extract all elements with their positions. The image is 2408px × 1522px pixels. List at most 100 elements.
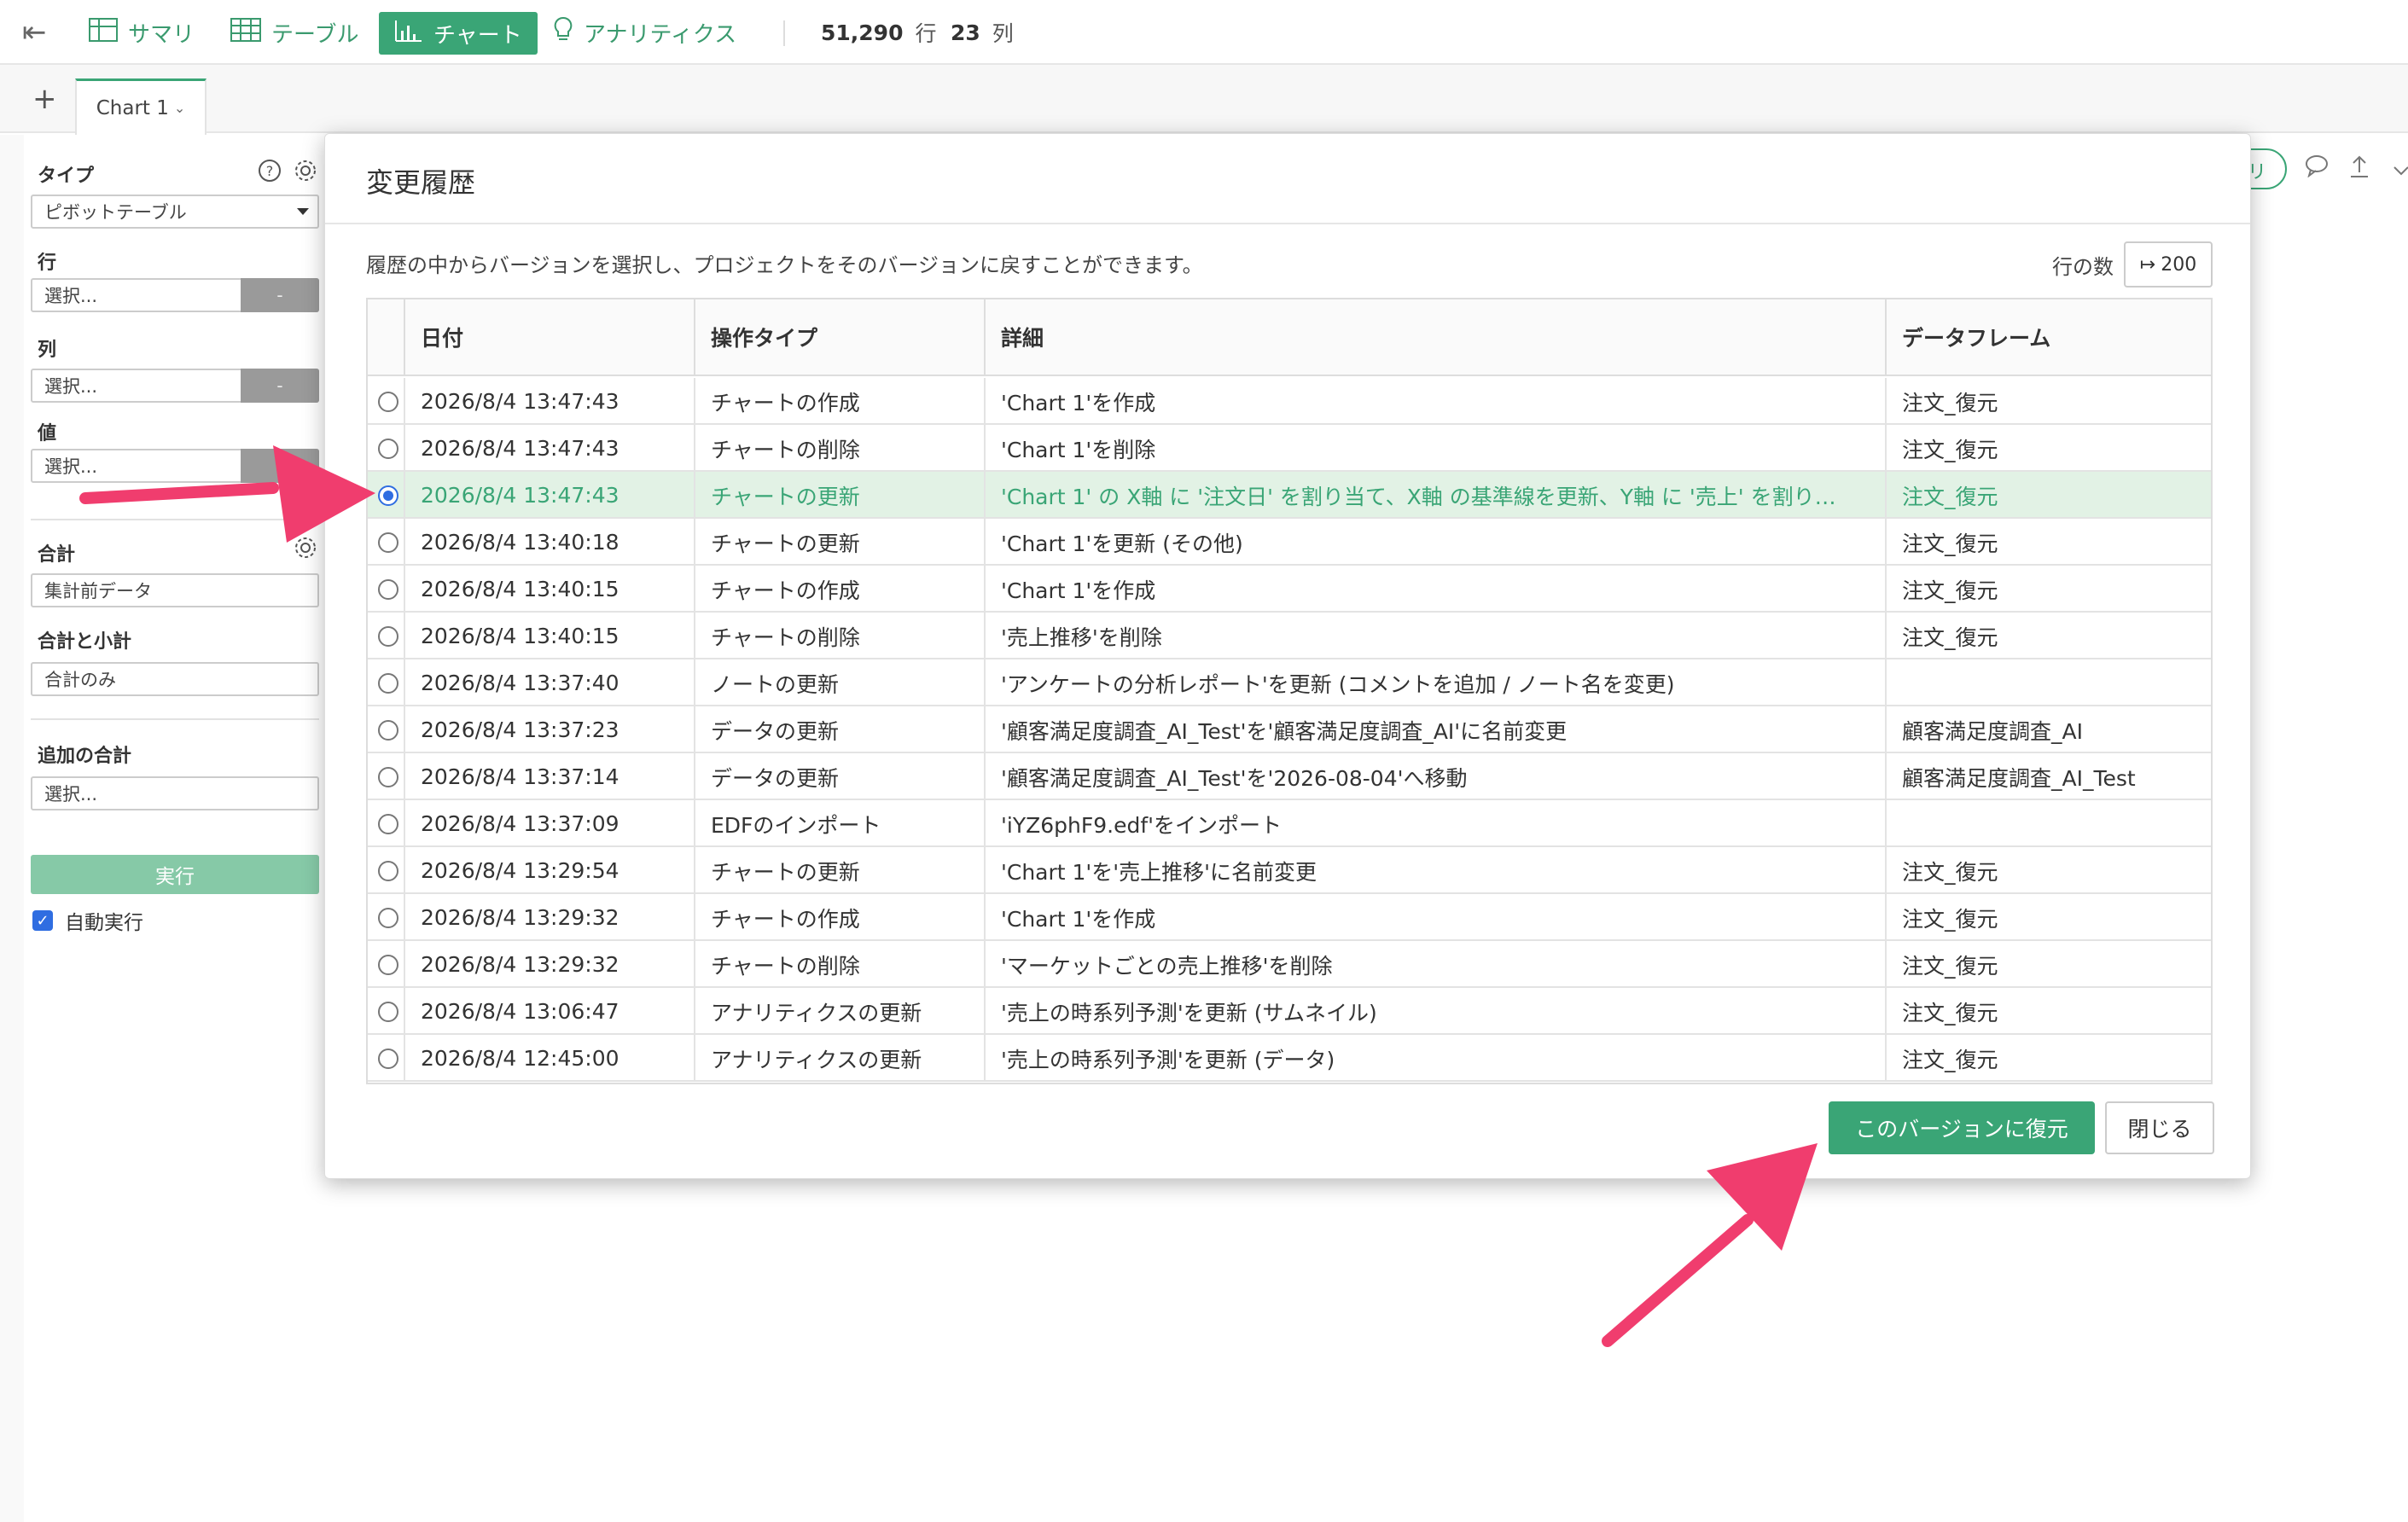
table-row[interactable]: 2026/8/4 13:40:15 チャートの作成 'Chart 1'を作成 注文_復… — [368, 566, 2211, 613]
tab-table[interactable]: テーブル — [230, 0, 358, 65]
tab-table-label: テーブル — [271, 21, 359, 48]
row-radio[interactable] — [378, 673, 398, 694]
cell-operation: チャートの作成 — [695, 378, 986, 425]
col-field-placeholder: 選択... — [44, 376, 98, 397]
table-row[interactable]: 2026/8/4 12:45:00 アナリティクスの更新 '売上の時系列予測'を更新… — [368, 1035, 2211, 1082]
table-row[interactable]: 2026/8/4 13:29:54 チャートの更新 'Chart 1'を'売上推移'… — [368, 847, 2211, 894]
tab-summary[interactable]: サマリ — [89, 0, 195, 65]
total-select[interactable]: 集計前データ — [31, 573, 319, 607]
cell-date: 2026/8/4 13:37:23 — [405, 706, 695, 753]
cell-dataframe: 注文_復元 — [1902, 390, 1998, 415]
cell-detail: 'Chart 1'を作成 — [986, 566, 1887, 613]
upload-icon[interactable] — [2348, 154, 2370, 185]
cell-select — [368, 753, 405, 800]
history-table: 日付 操作タイプ 詳細 データフレーム 2026/8/4 13:47:43 チャー… — [366, 298, 2213, 1084]
row-radio[interactable] — [378, 908, 398, 928]
cell-select — [368, 706, 405, 753]
table-row[interactable]: 2026/8/4 13:06:47 アナリティクスの更新 '売上の時系列予測'を更新… — [368, 988, 2211, 1035]
table-row[interactable]: 2026/8/4 13:29:32 チャートの削除 'マーケットごとの売上推移'を削… — [368, 941, 2211, 988]
table-row[interactable]: 2026/8/4 13:40:18 チャートの更新 'Chart 1'を更新 (その… — [368, 519, 2211, 566]
cell-operation: EDFのインポート — [695, 800, 986, 847]
row-radio[interactable] — [378, 814, 398, 834]
cell-select — [368, 519, 405, 566]
cell-dataframe: 注文_復元 — [1902, 859, 1998, 885]
row-radio[interactable] — [378, 392, 398, 412]
header-dataframe: データフレーム — [1887, 299, 2211, 376]
col-field[interactable]: 選択... - — [31, 369, 319, 403]
row-radio[interactable] — [378, 767, 398, 787]
row-radio[interactable] — [378, 485, 398, 506]
cell-dataframe: 注文_復元 — [1902, 953, 1998, 979]
chevron-down-icon[interactable]: ⌄ — [174, 100, 185, 116]
extra-total-field[interactable]: 選択... — [31, 776, 319, 810]
row-radio[interactable] — [378, 439, 398, 459]
checkmark-icon[interactable]: ✓ — [32, 910, 53, 931]
table-row[interactable]: 2026/8/4 13:37:09 EDFのインポート'iYZ6phF9.edf'… — [368, 800, 2211, 847]
run-button[interactable]: 実行 — [31, 855, 319, 894]
cell-operation: データの更新 — [695, 753, 986, 800]
tab-chart[interactable]: チャート — [379, 12, 538, 55]
cols-count-value: 23 — [951, 20, 980, 45]
gear-icon[interactable] — [294, 536, 317, 566]
gear-icon[interactable] — [294, 159, 317, 189]
row-radio[interactable] — [378, 1002, 398, 1022]
table-row[interactable]: 2026/8/4 13:47:43 チャートの更新 'Chart 1' の X軸 に… — [368, 472, 2211, 519]
row-limit: 行の数 ↦ 200 — [2052, 241, 2213, 288]
cell-dataframe: 注文_復元 — [1902, 906, 1998, 932]
table-row[interactable]: 2026/8/4 13:37:40 ノートの更新 'アンケートの分析レポート'を更新… — [368, 659, 2211, 706]
cols-count: 23 列 — [951, 0, 1014, 65]
cell-select — [368, 613, 405, 659]
type-select[interactable]: ピボットテーブル — [31, 195, 319, 229]
cell-select — [368, 472, 405, 519]
restore-version-button[interactable]: このバージョンに復元 — [1829, 1101, 2095, 1154]
collapse-left-icon[interactable]: ⇤ — [22, 0, 47, 65]
tab-chart-1[interactable]: Chart 1 ⌄ — [75, 78, 206, 135]
help-icon[interactable]: ? — [258, 159, 282, 189]
row-limit-input[interactable]: ↦ 200 — [2124, 241, 2213, 288]
cell-operation: チャートの削除 — [695, 425, 986, 472]
table-row[interactable]: 2026/8/4 13:37:14 データの更新 '顧客満足度調査_AI_Test'… — [368, 753, 2211, 800]
table-row[interactable]: 2026/8/4 13:47:43 チャートの削除 'Chart 1'を削除 注文_復… — [368, 425, 2211, 472]
tab-analytics[interactable]: アナリティクス — [553, 0, 736, 65]
row-radio[interactable] — [378, 532, 398, 553]
cell-operation: チャートの更新 — [695, 847, 986, 894]
value-remove-button[interactable]: - — [241, 449, 319, 483]
add-tab-button[interactable]: + — [32, 82, 57, 116]
row-radio[interactable] — [378, 579, 398, 600]
table-row[interactable]: 2026/8/4 13:37:23 データの更新 '顧客満足度調査_AI_Test'… — [368, 706, 2211, 753]
cell-dataframe: 注文_復元 — [1902, 484, 1998, 509]
cell-date: 2026/8/4 13:40:15 — [405, 613, 695, 659]
row-radio[interactable] — [378, 861, 398, 881]
cell-select — [368, 894, 405, 941]
row-radio[interactable] — [378, 720, 398, 741]
arrow-right-to-bar-icon: ↦ — [2139, 253, 2156, 276]
table-row[interactable]: 2026/8/4 13:40:15 チャートの削除 '売上推移'を削除 注文_復元 — [368, 613, 2211, 659]
table-row[interactable]: 2026/8/4 13:29:32 チャートの作成 'Chart 1'を作成 注文_復… — [368, 894, 2211, 941]
row-radio[interactable] — [378, 626, 398, 647]
cell-operation: チャートの削除 — [695, 941, 986, 988]
total-select-value: 集計前データ — [44, 581, 152, 601]
subtotal-select[interactable]: 合計のみ — [31, 662, 319, 696]
download-icon[interactable] — [2393, 154, 2408, 185]
cell-detail: 'iYZ6phF9.edf'をインポート — [986, 800, 1887, 847]
table-row[interactable]: 2026/8/4 13:47:43 チャートの作成 'Chart 1'を作成 注文_復… — [368, 378, 2211, 425]
cell-dataframe: 注文_復元 — [1902, 437, 1998, 462]
row-radio[interactable] — [378, 955, 398, 975]
cell-select — [368, 800, 405, 847]
row-remove-button[interactable]: - — [241, 278, 319, 312]
row-field[interactable]: 選択... - — [31, 278, 319, 312]
rows-count: 51,290 行 — [821, 0, 937, 65]
cell-select — [368, 425, 405, 472]
close-button[interactable]: 閉じる — [2105, 1101, 2214, 1154]
col-remove-button[interactable]: - — [241, 369, 319, 403]
cell-detail: 'Chart 1'を作成 — [986, 894, 1887, 941]
comment-icon[interactable] — [2304, 154, 2329, 183]
auto-run-checkbox[interactable]: ✓ 自動実行 — [32, 906, 143, 935]
cell-date: 2026/8/4 13:47:43 — [405, 425, 695, 472]
value-field[interactable]: 選択... - — [31, 449, 319, 483]
tab-summary-label: サマリ — [128, 21, 195, 48]
row-radio[interactable] — [378, 1049, 398, 1069]
cell-detail: '顧客満足度調査_AI_Test'を'顧客満足度調査_AI'に名前変更 — [986, 706, 1887, 753]
divider — [31, 718, 319, 720]
cols-count-unit: 列 — [992, 21, 1014, 46]
